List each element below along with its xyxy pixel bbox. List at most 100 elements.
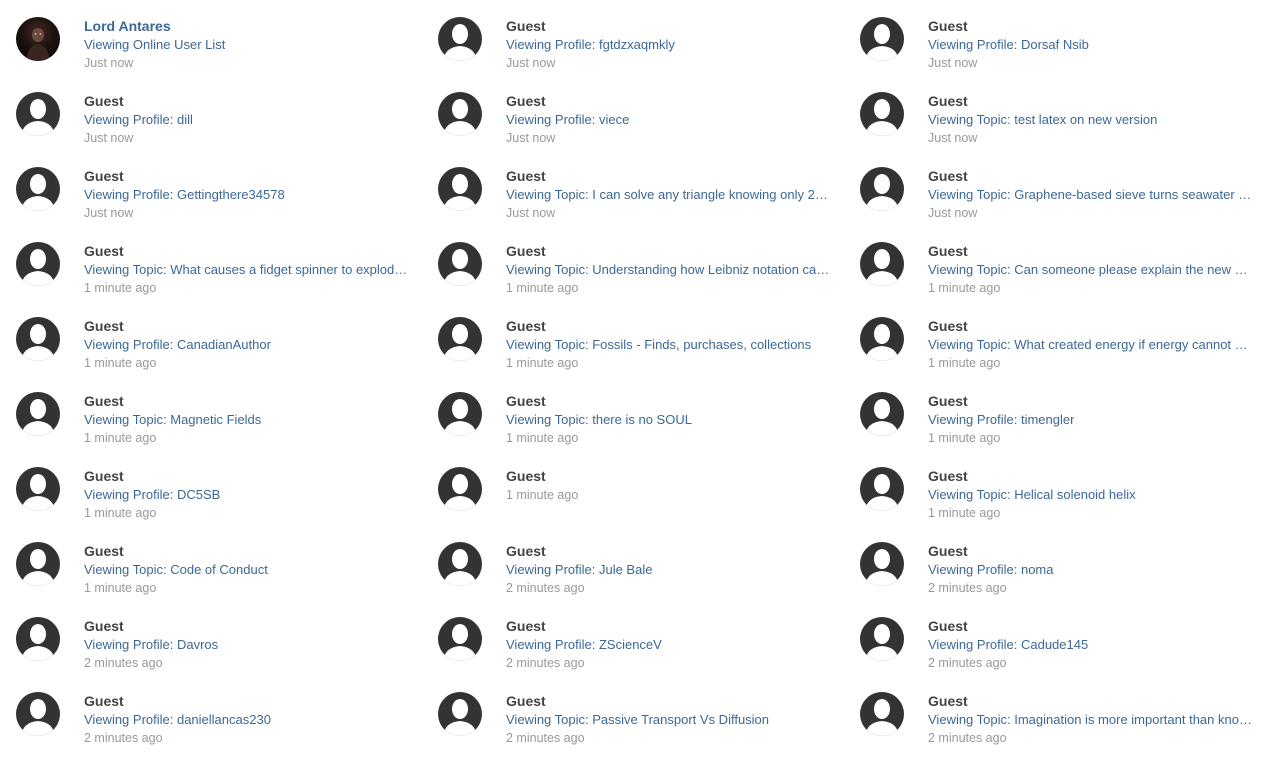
- user-name: Guest: [84, 393, 124, 409]
- activity-link[interactable]: Viewing Topic: Code of Conduct: [84, 562, 268, 578]
- last-active-time: Just now: [84, 206, 134, 220]
- default-avatar-icon[interactable]: [438, 317, 482, 361]
- user-name: Guest: [506, 243, 546, 259]
- online-user-item: Guest Viewing Topic: Can someone please e…: [844, 225, 1254, 300]
- default-avatar-icon[interactable]: [16, 617, 60, 661]
- activity-link[interactable]: Viewing Profile: Cadude145: [928, 637, 1088, 653]
- online-user-item: Guest Viewing Topic: Helical solenoid hel…: [844, 450, 1254, 525]
- activity-link[interactable]: Viewing Profile: CanadianAuthor: [84, 337, 271, 353]
- default-avatar-icon[interactable]: [438, 392, 482, 436]
- activity-link[interactable]: Viewing Profile: Davros: [84, 637, 218, 653]
- last-active-time: 1 minute ago: [84, 431, 157, 445]
- activity-link[interactable]: Viewing Profile: noma: [928, 562, 1054, 578]
- activity-link[interactable]: Viewing Topic: Fossils - Finds, purchase…: [506, 337, 811, 353]
- online-user-item: Guest Viewing Profile: dill Just now: [0, 75, 410, 150]
- activity-link[interactable]: Viewing Online User List: [84, 37, 225, 53]
- default-avatar-icon[interactable]: [860, 392, 904, 436]
- user-name: Guest: [928, 18, 968, 34]
- default-avatar-icon[interactable]: [860, 617, 904, 661]
- default-avatar-icon[interactable]: [860, 542, 904, 586]
- online-user-item: Guest Viewing Profile: fgtdzxaqmkly Just n…: [422, 0, 832, 75]
- last-active-time: 1 minute ago: [506, 281, 579, 295]
- default-avatar-icon[interactable]: [16, 692, 60, 736]
- default-avatar-icon[interactable]: [860, 17, 904, 61]
- online-user-item: Guest Viewing Topic: Fossils - Finds, pur…: [422, 300, 832, 375]
- activity-link[interactable]: Viewing Profile: Jule Bale: [506, 562, 652, 578]
- online-user-item: Guest Viewing Profile: viece Just now: [422, 75, 832, 150]
- activity-link[interactable]: Viewing Profile: timengler: [928, 412, 1074, 428]
- user-name[interactable]: Lord Antares: [84, 18, 171, 34]
- default-avatar-icon[interactable]: [860, 242, 904, 286]
- user-name: Guest: [928, 693, 968, 709]
- last-active-time: 2 minutes ago: [506, 581, 585, 595]
- activity-link[interactable]: Viewing Topic: there is no SOUL: [506, 412, 692, 428]
- user-name: Guest: [84, 168, 124, 184]
- online-user-item: Guest Viewing Profile: Dorsaf Nsib Just no…: [844, 0, 1254, 75]
- last-active-time: 1 minute ago: [928, 281, 1001, 295]
- activity-link[interactable]: Viewing Profile: ZScienceV: [506, 637, 662, 653]
- last-active-time: Just now: [84, 56, 134, 70]
- online-user-item: Guest Viewing Profile: Davros 2 minutes ag…: [0, 600, 410, 675]
- activity-link[interactable]: Viewing Topic: Helical solenoid helix: [928, 487, 1136, 503]
- default-avatar-icon[interactable]: [16, 167, 60, 211]
- online-user-item: Guest Viewing Topic: Graphene-based sieve…: [844, 150, 1254, 225]
- user-name: Guest: [84, 693, 124, 709]
- activity-link[interactable]: Viewing Topic: Graphene-based sieve turn…: [928, 187, 1252, 203]
- activity-link[interactable]: Viewing Topic: Passive Transport Vs Diff…: [506, 712, 769, 728]
- activity-link[interactable]: Viewing Profile: DC5SB: [84, 487, 220, 503]
- activity-link[interactable]: Viewing Topic: Understanding how Leibniz…: [506, 262, 830, 278]
- default-avatar-icon[interactable]: [860, 167, 904, 211]
- default-avatar-icon[interactable]: [438, 542, 482, 586]
- default-avatar-icon[interactable]: [16, 92, 60, 136]
- default-avatar-icon[interactable]: [438, 242, 482, 286]
- activity-link[interactable]: Viewing Profile: Dorsaf Nsib: [928, 37, 1089, 53]
- default-avatar-icon[interactable]: [438, 92, 482, 136]
- activity-link[interactable]: Viewing Profile: viece: [506, 112, 629, 128]
- online-user-item: Guest 1 minute ago: [422, 450, 832, 525]
- default-avatar-icon[interactable]: [438, 167, 482, 211]
- last-active-time: 2 minutes ago: [928, 581, 1007, 595]
- last-active-time: 2 minutes ago: [84, 731, 163, 745]
- online-user-item: Guest Viewing Profile: CanadianAuthor 1 mi…: [0, 300, 410, 375]
- online-user-item: Guest Viewing Topic: What causes a fidget…: [0, 225, 410, 300]
- default-avatar-icon[interactable]: [438, 467, 482, 511]
- default-avatar-icon[interactable]: [438, 692, 482, 736]
- user-name: Guest: [506, 468, 546, 484]
- activity-link[interactable]: Viewing Topic: What causes a fidget spin…: [84, 262, 408, 278]
- default-avatar-icon[interactable]: [438, 17, 482, 61]
- user-name: Guest: [506, 393, 546, 409]
- default-avatar-icon[interactable]: [16, 467, 60, 511]
- online-user-item: Guest Viewing Profile: ZScienceV 2 minutes…: [422, 600, 832, 675]
- last-active-time: Just now: [506, 206, 556, 220]
- online-user-item: Guest Viewing Profile: Cadude145 2 minutes…: [844, 600, 1254, 675]
- activity-link[interactable]: Viewing Topic: Can someone please explai…: [928, 262, 1252, 278]
- activity-link[interactable]: Viewing Topic: Imagination is more impor…: [928, 712, 1252, 728]
- online-user-item: Guest Viewing Topic: test latex on new ve…: [844, 75, 1254, 150]
- activity-link[interactable]: Viewing Topic: What created energy if en…: [928, 337, 1252, 353]
- online-user-item: Guest Viewing Topic: Code of Conduct 1 min…: [0, 525, 410, 600]
- default-avatar-icon[interactable]: [860, 467, 904, 511]
- user-name: Guest: [928, 243, 968, 259]
- default-avatar-icon[interactable]: [16, 242, 60, 286]
- activity-link[interactable]: Viewing Profile: dill: [84, 112, 193, 128]
- activity-link[interactable]: Viewing Profile: fgtdzxaqmkly: [506, 37, 675, 53]
- activity-link[interactable]: Viewing Topic: test latex on new version: [928, 112, 1157, 128]
- last-active-time: 1 minute ago: [506, 488, 579, 502]
- default-avatar-icon[interactable]: [438, 617, 482, 661]
- online-user-item: Guest Viewing Topic: I can solve any tria…: [422, 150, 832, 225]
- default-avatar-icon[interactable]: [16, 542, 60, 586]
- default-avatar-icon[interactable]: [16, 392, 60, 436]
- default-avatar-icon[interactable]: [860, 317, 904, 361]
- member-avatar[interactable]: [16, 17, 60, 61]
- default-avatar-icon[interactable]: [860, 692, 904, 736]
- activity-link[interactable]: Viewing Profile: daniellancas230: [84, 712, 271, 728]
- online-user-item: Guest Viewing Profile: noma 2 minutes ago: [844, 525, 1254, 600]
- activity-link[interactable]: Viewing Profile: Gettingthere34578: [84, 187, 285, 203]
- default-avatar-icon[interactable]: [16, 317, 60, 361]
- last-active-time: 2 minutes ago: [506, 731, 585, 745]
- activity-link[interactable]: Viewing Topic: Magnetic Fields: [84, 412, 261, 428]
- activity-link[interactable]: Viewing Topic: I can solve any triangle …: [506, 187, 830, 203]
- last-active-time: 1 minute ago: [84, 581, 157, 595]
- default-avatar-icon[interactable]: [860, 92, 904, 136]
- user-name: Guest: [506, 318, 546, 334]
